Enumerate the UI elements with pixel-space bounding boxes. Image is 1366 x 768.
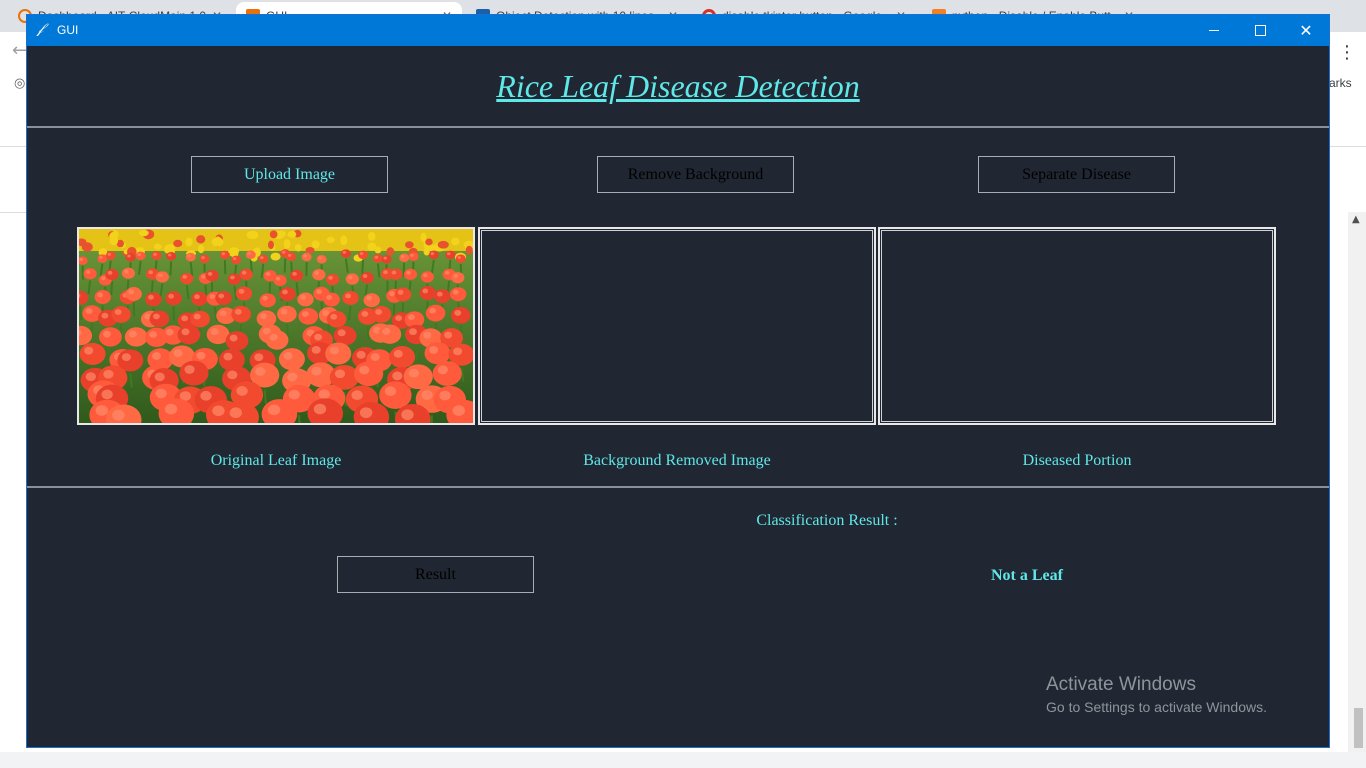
activate-windows-watermark: Activate Windows Go to Settings to activ… — [1046, 673, 1267, 717]
diseased-portion-caption: Diseased Portion — [1022, 452, 1132, 469]
activate-windows-subtitle: Go to Settings to activate Windows. — [1046, 699, 1267, 715]
menu-kebab-icon[interactable]: ⋮ — [1338, 42, 1356, 63]
scrollbar-thumb[interactable] — [1354, 708, 1363, 748]
maximize-button[interactable] — [1237, 15, 1283, 46]
separate-disease-button[interactable]: Separate Disease — [978, 156, 1175, 193]
page-divider — [0, 212, 27, 213]
background-removed-caption: Background Removed Image — [583, 452, 771, 469]
upload-image-button[interactable]: Upload Image — [191, 156, 388, 193]
feather-icon: 𝒻 — [37, 21, 44, 37]
result-button[interactable]: Result — [337, 556, 534, 593]
classification-result-label: Classification Result : — [756, 512, 898, 529]
page-divider — [1329, 146, 1366, 147]
window-title: GUI — [57, 23, 79, 37]
minimize-button[interactable] — [1191, 15, 1237, 46]
minimize-icon — [1209, 30, 1219, 31]
close-icon: ✕ — [1299, 21, 1313, 40]
maximize-icon — [1255, 25, 1266, 36]
diseased-portion-image — [878, 227, 1276, 425]
bookmarks-label[interactable]: arks — [1329, 76, 1352, 90]
extension-icon[interactable]: ◎ — [14, 76, 25, 91]
back-arrow-icon[interactable]: ← — [12, 40, 27, 61]
remove-background-button[interactable]: Remove Background — [597, 156, 794, 193]
bottom-strip — [0, 752, 1366, 768]
top-divider — [27, 126, 1329, 128]
scroll-up-icon[interactable]: ▲ — [1352, 214, 1360, 225]
app-window: 𝒻 GUI ✕ Rice Leaf Disease Detection Uplo… — [27, 15, 1329, 747]
classification-result-value: Not a Leaf — [991, 567, 1063, 584]
original-leaf-caption: Original Leaf Image — [210, 452, 342, 469]
original-leaf-image — [77, 227, 475, 425]
bottom-divider — [27, 486, 1329, 488]
tulip-field-photo — [79, 229, 473, 423]
page-scrollbar[interactable]: ▲ — [1348, 212, 1366, 768]
window-titlebar: 𝒻 GUI ✕ — [27, 15, 1329, 46]
activate-windows-title: Activate Windows — [1046, 674, 1196, 695]
page-divider — [0, 146, 27, 147]
page-title: Rice Leaf Disease Detection — [496, 68, 860, 104]
background-removed-image — [478, 227, 876, 425]
close-button[interactable]: ✕ — [1283, 15, 1329, 46]
